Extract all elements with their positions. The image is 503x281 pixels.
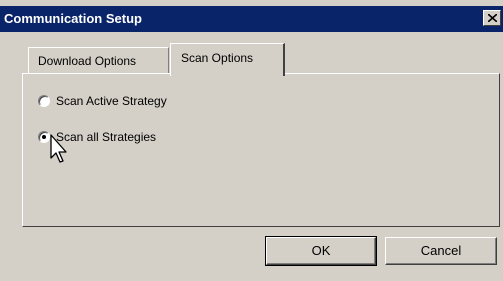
radio-label-scan-active-strategy: Scan Active Strategy [56,94,167,108]
tab-download-options-label: Download Options [38,54,137,68]
radio-dot-icon [42,135,46,139]
ok-button[interactable]: OK [265,236,377,266]
close-icon [488,14,497,22]
window-title: Communication Setup [4,11,142,26]
title-bar[interactable]: Communication Setup [0,6,503,32]
tab-download-options[interactable]: Download Options [28,47,169,73]
radio-button-checked[interactable] [38,131,50,143]
mouse-cursor-icon [50,134,67,163]
close-button[interactable] [483,10,501,26]
tab-scan-options[interactable]: Scan Options [170,43,285,76]
communication-setup-dialog: Communication Setup Download Options Sca… [0,0,503,281]
tab-scan-options-label: Scan Options [181,51,254,65]
cancel-button[interactable]: Cancel [385,237,497,265]
radio-button-unchecked[interactable] [38,95,50,107]
